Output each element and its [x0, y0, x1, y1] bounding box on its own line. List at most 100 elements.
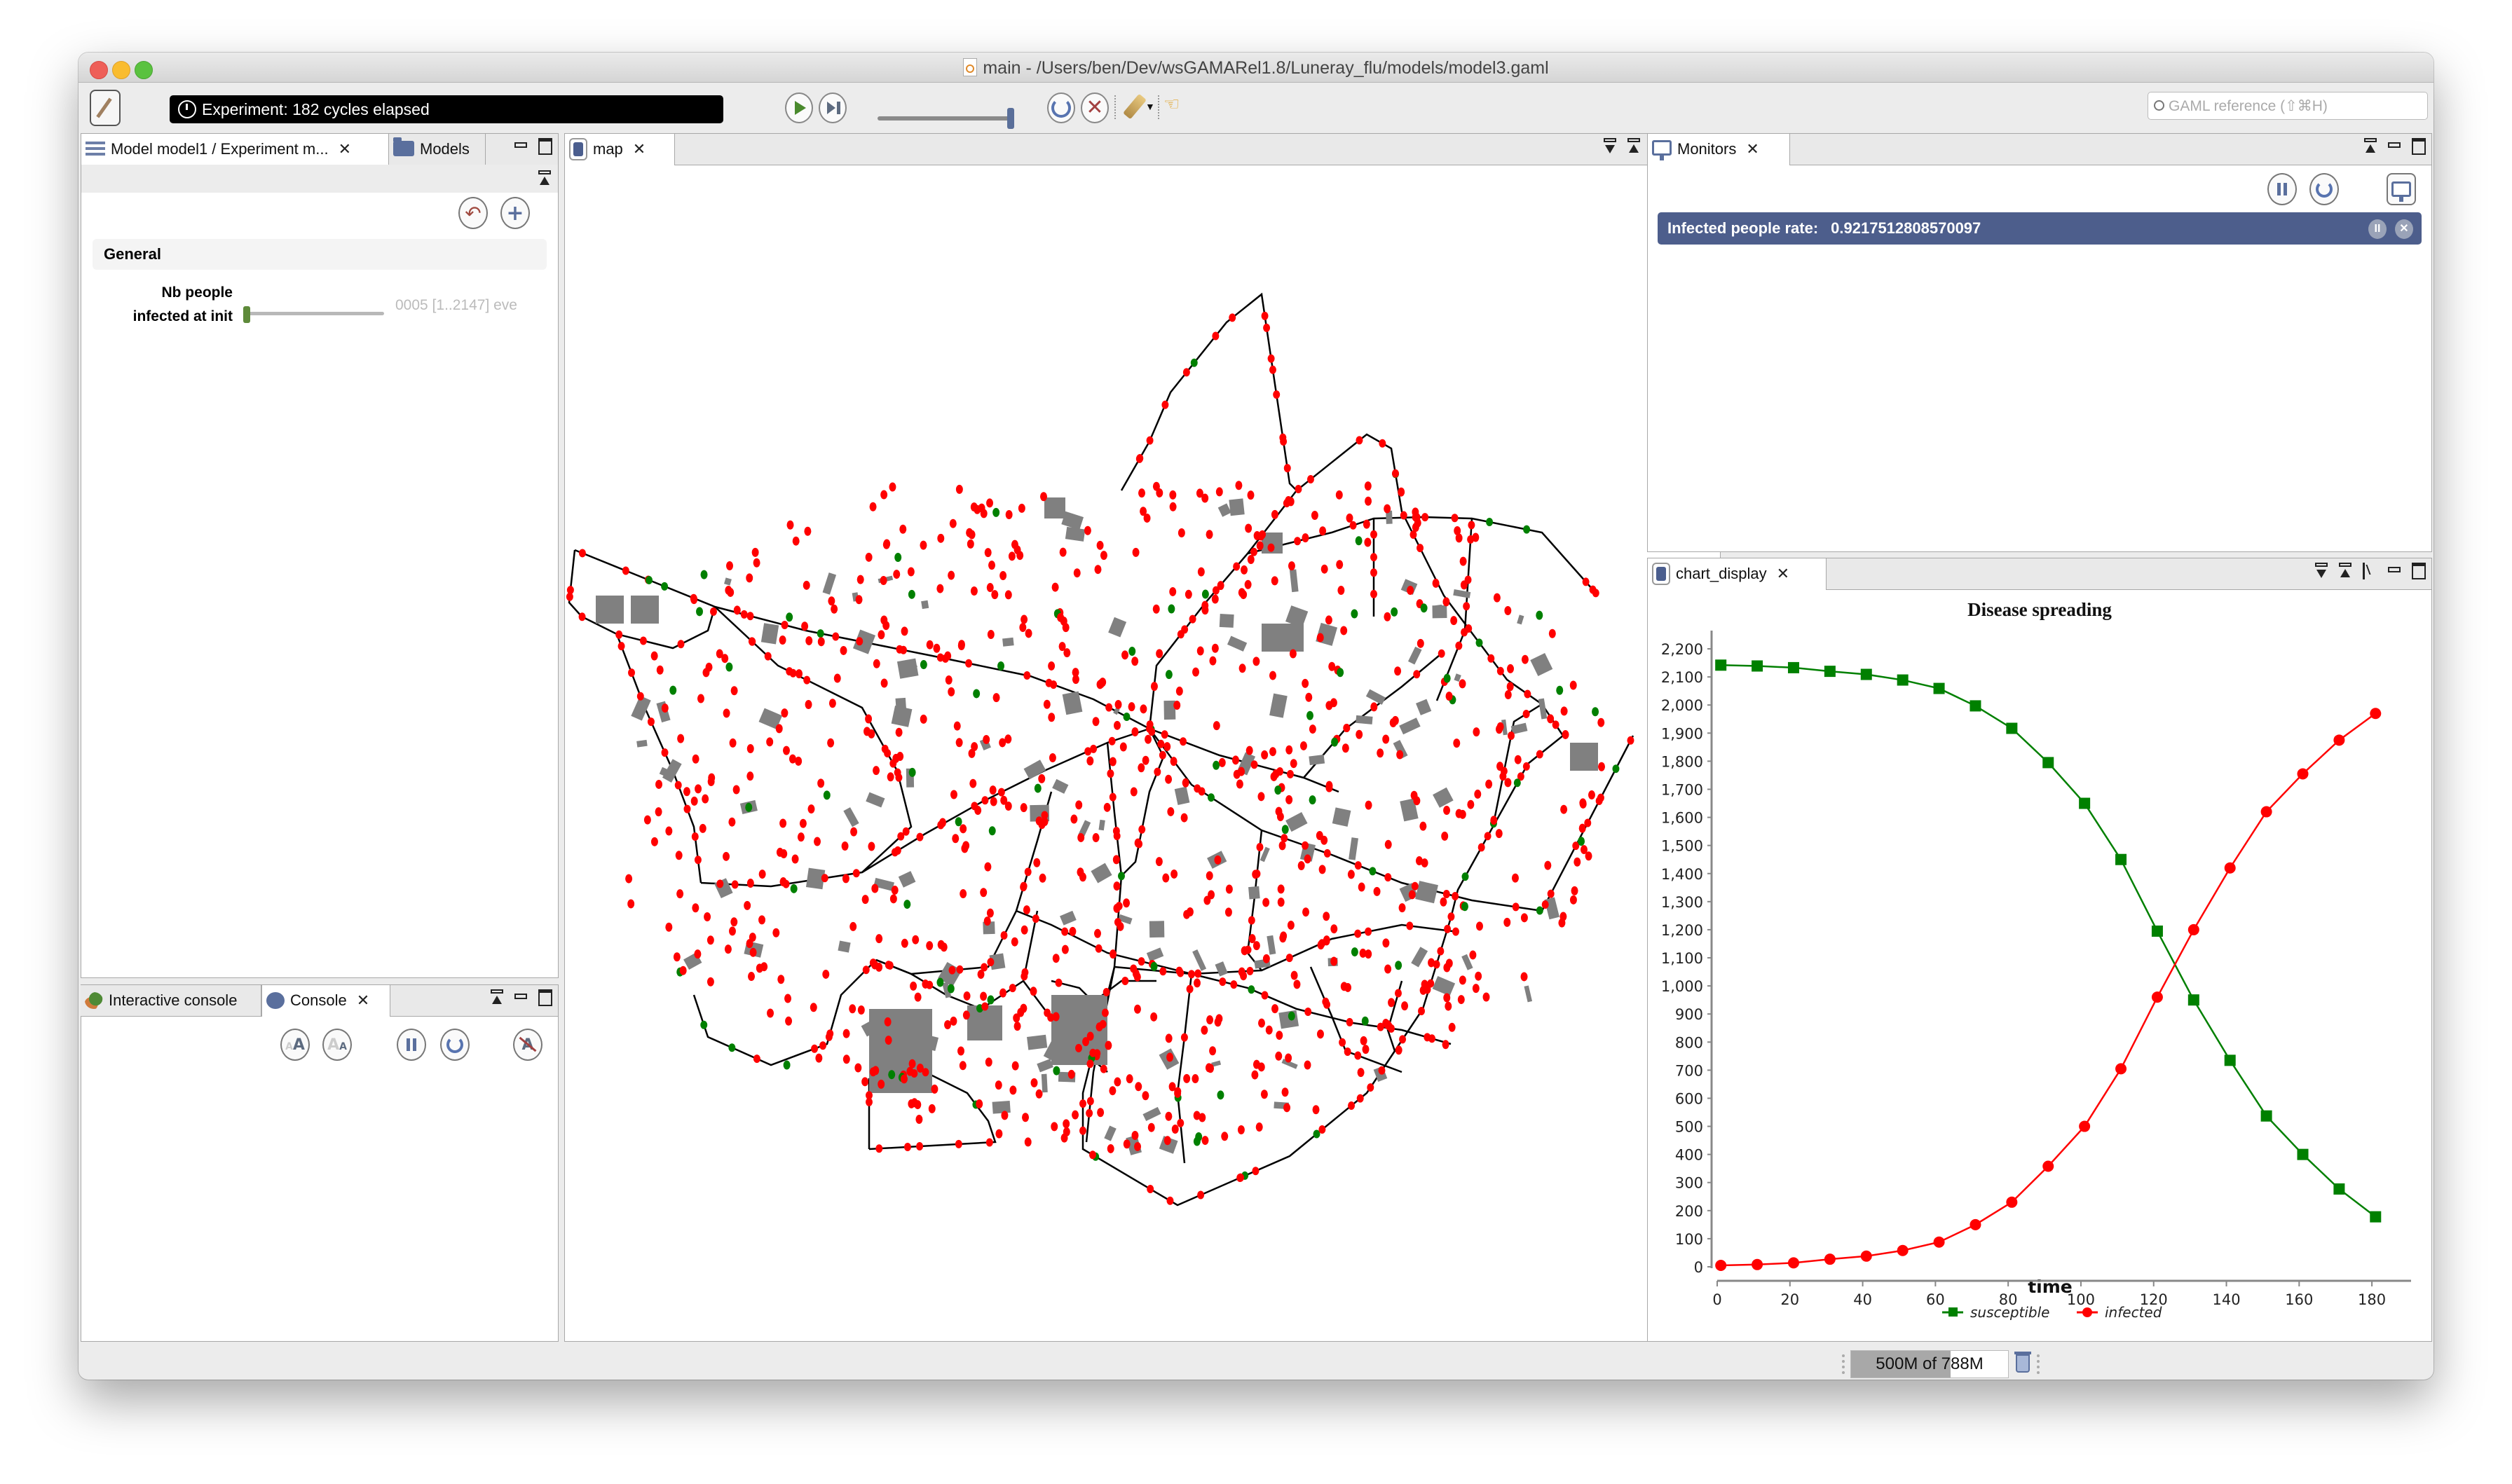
view-controls [2315, 563, 2426, 584]
reload-button[interactable] [1047, 92, 1075, 123]
infected-agent [753, 1054, 760, 1064]
monitor-pause-button[interactable]: II [2368, 219, 2387, 239]
infected-agent [984, 862, 992, 872]
parameter-value[interactable]: 0005 [1..2147] eve [395, 297, 542, 314]
infected-agent [828, 596, 835, 606]
infected-agent [731, 880, 739, 889]
step-button[interactable] [819, 92, 847, 123]
increase-font-button[interactable]: AA [280, 1029, 310, 1061]
sync-icon[interactable] [2363, 563, 2377, 579]
grip-handle[interactable] [2037, 1354, 2042, 1374]
infected-point [2297, 768, 2309, 780]
chart-canvas[interactable]: Disease spreading time 01002003004005006… [1648, 589, 2431, 1341]
susceptible-agent [1355, 536, 1363, 546]
close-icon[interactable]: ✕ [1746, 135, 1759, 165]
parameters-toolbar [81, 165, 558, 193]
maximize-icon[interactable] [2412, 138, 2426, 155]
pause-monitors-button[interactable] [2267, 173, 2297, 205]
tab-models[interactable]: Models [389, 134, 486, 165]
monitor-infected-rate[interactable]: Infected people rate: 0.9217512808570097 … [1658, 212, 2422, 245]
decrease-font-button[interactable]: AA [322, 1029, 352, 1061]
parameter-label-line2: infected at init [132, 308, 233, 324]
grip-handle[interactable] [1842, 1354, 1848, 1374]
hand-pointer-icon[interactable]: ☜ [1163, 94, 1180, 115]
speed-slider-track[interactable] [878, 116, 1011, 121]
parameter-slider-track[interactable] [247, 312, 384, 315]
refresh-monitors-button[interactable] [2309, 173, 2339, 205]
infected-agent [1261, 311, 1269, 320]
minimize-icon[interactable] [2388, 142, 2401, 148]
refresh-console-button[interactable] [440, 1029, 470, 1061]
susceptible-agent [997, 661, 1005, 671]
maximize-icon[interactable] [538, 989, 552, 1006]
infected-agent [986, 583, 994, 593]
monitor-close-button[interactable]: ✕ [2395, 219, 2413, 239]
building [1060, 910, 1077, 926]
pin-icon[interactable] [538, 170, 551, 187]
minimize-icon[interactable] [514, 994, 527, 999]
infected-agent [1140, 704, 1147, 714]
tab-chart-display[interactable]: chart_display ✕ [1647, 558, 1827, 590]
infected-agent [697, 694, 704, 703]
infected-agent [746, 879, 754, 888]
infected-agent [1146, 720, 1154, 729]
overlay-icon[interactable] [2315, 563, 2328, 579]
pin-icon[interactable] [2364, 138, 2377, 155]
infected-agent [1448, 1022, 1456, 1032]
building [921, 600, 929, 610]
chart-title: Disease spreading [1967, 599, 2112, 620]
tab-experiment-parameters[interactable]: Model model1 / Experiment m... ✕ [81, 134, 389, 165]
infected-agent [1169, 586, 1177, 596]
speed-slider-thumb[interactable] [1007, 108, 1014, 129]
tab-console[interactable]: Console ✕ [261, 985, 390, 1017]
add-button[interactable]: + [500, 197, 530, 229]
infected-agent [885, 961, 892, 970]
map-canvas[interactable] [565, 165, 1720, 1341]
toolbar-toggle-icon[interactable] [1627, 138, 1640, 155]
susceptible-point [2224, 1054, 2236, 1066]
maximize-icon[interactable] [2412, 563, 2426, 579]
overlay-icon[interactable] [1604, 138, 1616, 155]
close-icon[interactable]: ✕ [357, 986, 369, 1017]
x-tick-label: 140 [2212, 1291, 2240, 1308]
infected-agent [878, 630, 885, 640]
infected-agent [1030, 1078, 1038, 1087]
infected-agent [1569, 895, 1577, 905]
infected-agent [811, 1044, 819, 1053]
trash-icon[interactable] [2014, 1352, 2031, 1373]
add-monitor-button[interactable] [2387, 173, 2416, 205]
pen-icon[interactable] [1123, 93, 1147, 120]
minimize-icon[interactable] [514, 142, 527, 148]
infected-agent [1138, 488, 1146, 498]
close-icon[interactable]: ✕ [1777, 559, 1789, 590]
y-tick-label: 900 [1675, 1006, 1703, 1023]
tab-map[interactable]: map ✕ [564, 134, 675, 165]
infected-agent [995, 1129, 1003, 1139]
infected-agent [674, 781, 682, 790]
pause-console-button[interactable] [397, 1029, 426, 1061]
gaml-reference-search[interactable]: GAML reference (⇧⌘H) [2148, 92, 2428, 120]
run-button[interactable] [785, 92, 813, 123]
stop-button[interactable]: ✕ [1081, 92, 1109, 123]
infected-agent [849, 1004, 856, 1014]
infected-agent [1552, 720, 1559, 729]
infected-agent [810, 1003, 817, 1012]
tab-interactive-console[interactable]: Interactive console [81, 985, 261, 1016]
toolbar-toggle-icon[interactable] [2339, 563, 2351, 579]
tab-monitors[interactable]: Monitors ✕ [1647, 134, 1790, 165]
editor-icon[interactable] [90, 90, 121, 126]
experiment-status[interactable]: Experiment: 182 cycles elapsed [170, 95, 723, 123]
memory-indicator[interactable]: 500M of 788M [1850, 1350, 2009, 1378]
pin-icon[interactable] [491, 989, 503, 1006]
parameter-slider-thumb[interactable] [243, 306, 251, 323]
close-icon[interactable]: ✕ [339, 135, 351, 165]
close-icon[interactable]: ✕ [633, 135, 646, 165]
building [714, 878, 733, 899]
minimize-icon[interactable] [2388, 567, 2401, 572]
revert-button[interactable]: ↶ [458, 197, 488, 229]
section-header-general[interactable]: General [93, 239, 547, 270]
maximize-icon[interactable] [538, 138, 552, 155]
infected-agent [1370, 589, 1377, 598]
dropdown-icon[interactable]: ▼ [1145, 101, 1155, 112]
clear-console-button[interactable]: A [513, 1029, 542, 1061]
